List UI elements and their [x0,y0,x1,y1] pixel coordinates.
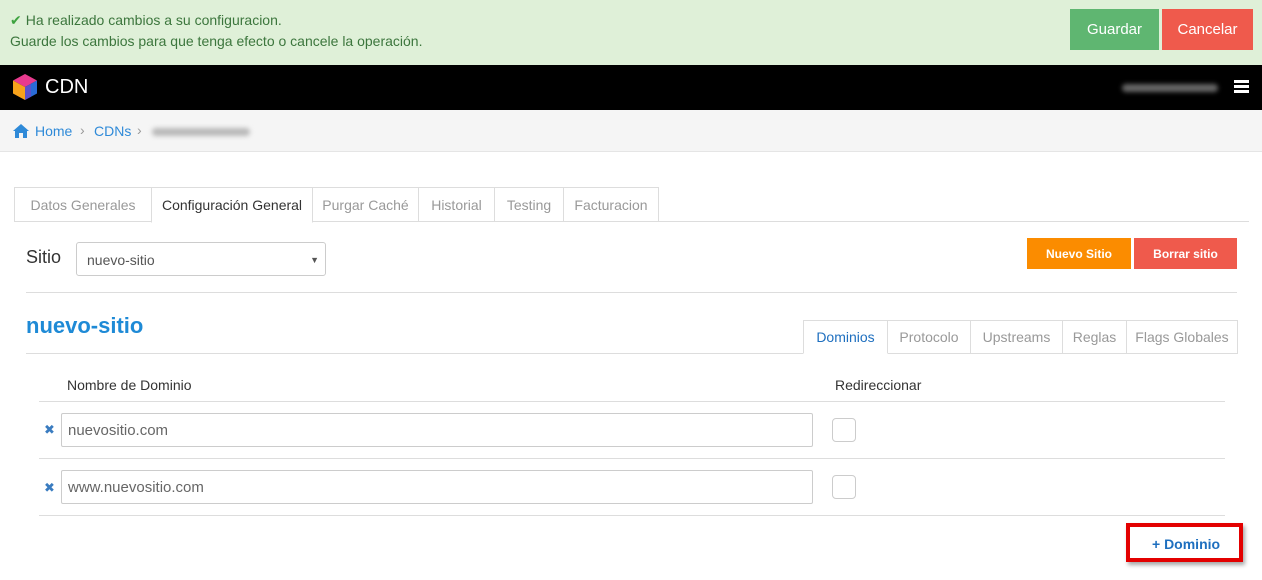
tab-upstreams[interactable]: Upstreams [970,320,1063,354]
tab-datos-generales[interactable]: Datos Generales [14,187,152,222]
tab-purgar-cache[interactable]: Purgar Caché [312,187,419,222]
unsaved-changes-notice: ✔ Ha realizado cambios a su configuracion… [0,0,1262,65]
tab-dominios[interactable]: Dominios [803,320,888,354]
tab-testing[interactable]: Testing [494,187,564,222]
breadcrumb-home[interactable]: Home [35,123,72,139]
tab-historial[interactable]: Historial [418,187,495,222]
user-email-redacted[interactable] [1122,84,1218,92]
notice-text: ✔ Ha realizado cambios a su configuracion… [10,10,423,52]
table-header-divider [39,401,1225,402]
breadcrumb: Home › CDNs › [0,110,1262,152]
tab-protocolo[interactable]: Protocolo [887,320,971,354]
sitio-select[interactable]: nuevo-sitio ▼ [76,242,326,276]
save-button[interactable]: Guardar [1070,9,1159,50]
new-site-button[interactable]: Nuevo Sitio [1027,238,1131,269]
add-domain-link[interactable]: + Dominio [1152,536,1220,552]
table-row-divider [39,515,1225,516]
caret-down-icon: ▼ [310,255,319,265]
sitio-label: Sitio [26,247,62,267]
breadcrumb-current-redacted [152,128,250,136]
chevron-right-icon: › [80,122,85,138]
home-icon[interactable] [12,123,30,139]
hamburger-menu-icon[interactable] [1234,80,1249,94]
cancel-button[interactable]: Cancelar [1162,9,1253,50]
remove-icon[interactable]: ✖ [44,422,55,438]
tab-reglas[interactable]: Reglas [1062,320,1127,354]
delete-site-button[interactable]: Borrar sitio [1134,238,1237,269]
domain-input[interactable] [61,413,813,447]
notice-line-1: Ha realizado cambios a su configuracion. [25,12,282,28]
check-icon: ✔ [10,12,22,28]
breadcrumb-cdns[interactable]: CDNs [94,123,131,139]
tab-facturacion[interactable]: Facturacion [563,187,659,222]
brand-name[interactable]: CDN [45,76,88,99]
redirect-checkbox[interactable] [832,418,856,442]
sitio-selected-value: nuevo-sitio [87,252,155,268]
remove-icon[interactable]: ✖ [44,480,55,496]
redirect-checkbox[interactable] [832,475,856,499]
column-header-redirect: Redireccionar [835,377,922,393]
top-navbar: CDN [0,65,1262,110]
table-row-divider [39,458,1225,459]
domain-input[interactable] [61,470,813,504]
notice-line-2: Guarde los cambios para que tenga efecto… [10,33,423,49]
tab-configuracion-general[interactable]: Configuración General [151,187,313,223]
chevron-right-icon: › [137,122,142,138]
cube-logo-icon[interactable] [11,73,39,101]
tab-flags-globales[interactable]: Flags Globales [1126,320,1238,354]
divider [26,292,1237,293]
site-title: nuevo-sitio [26,313,144,338]
column-header-domain: Nombre de Dominio [67,377,192,393]
